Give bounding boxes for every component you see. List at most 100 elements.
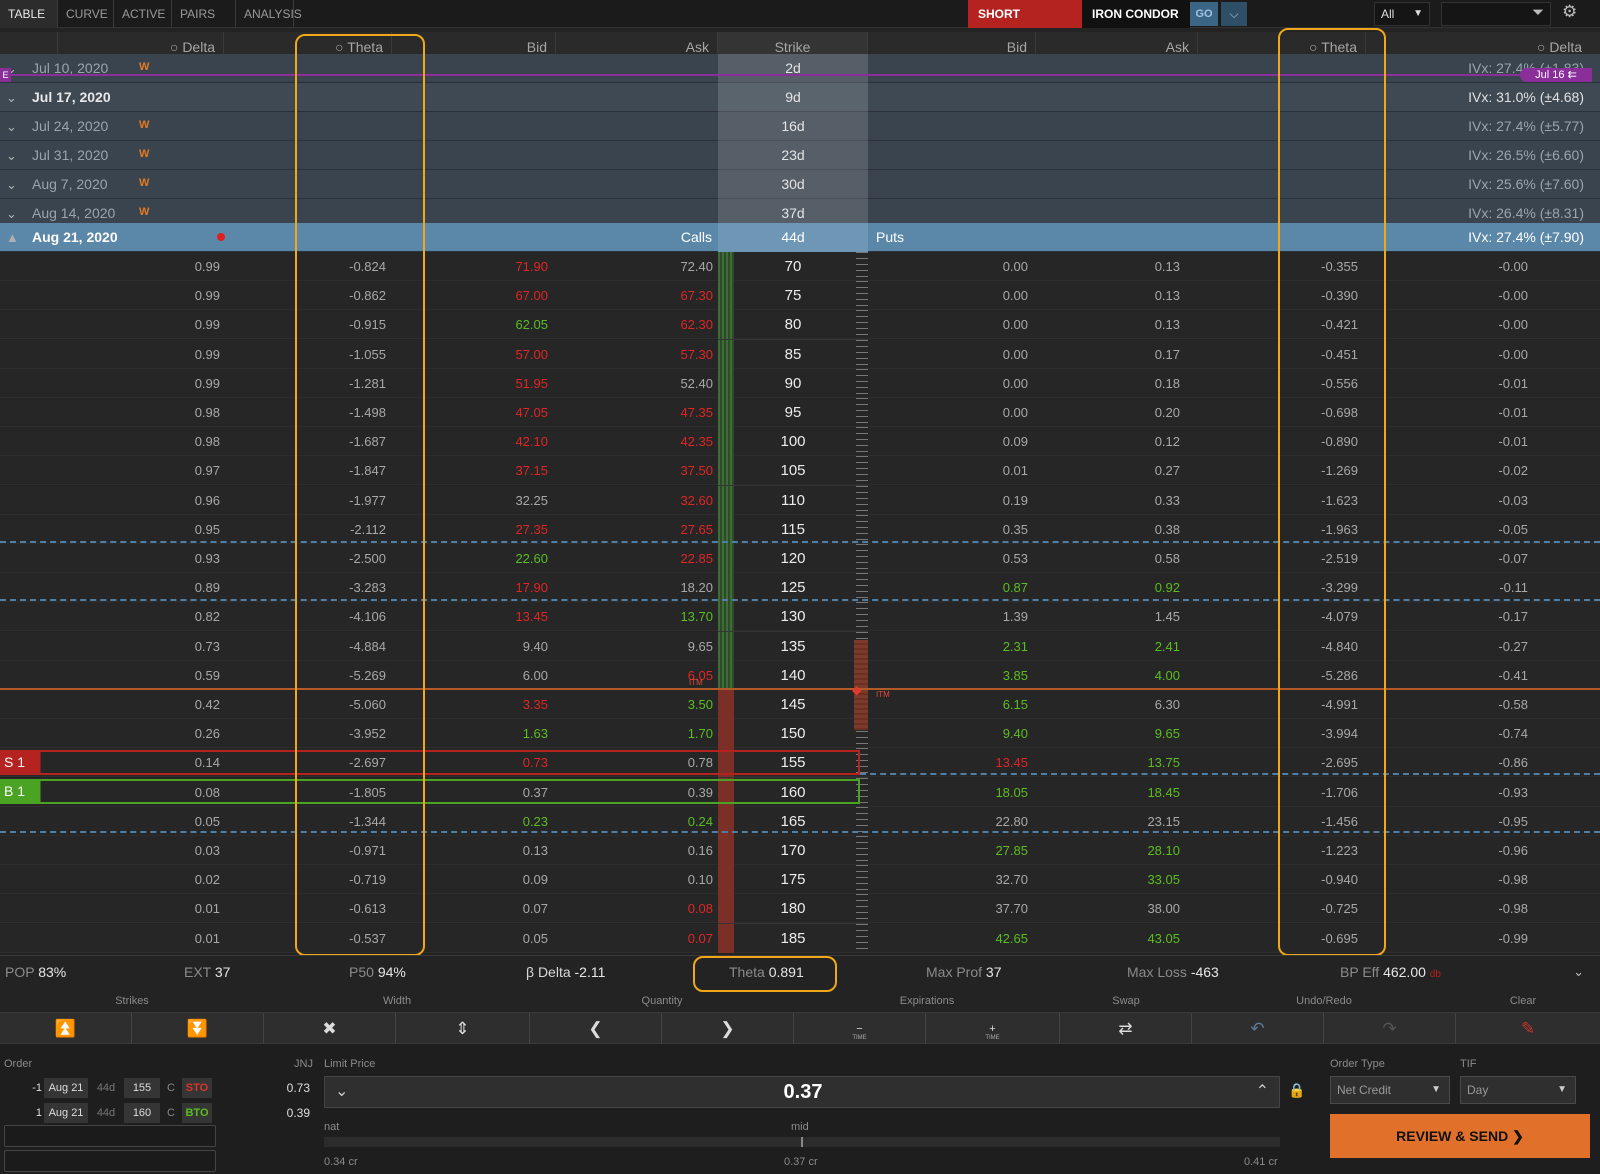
tab-analysis[interactable]: ANALYSIS [236, 0, 302, 28]
tab-pairs[interactable]: PAIRS [172, 0, 236, 28]
gear-icon[interactable]: ⚙ [1562, 2, 1577, 22]
tab-curve[interactable]: CURVE [58, 0, 114, 28]
put-bid-cell[interactable]: 32.70 [920, 865, 1028, 894]
put-bid-cell[interactable]: 0.35 [920, 515, 1028, 544]
put-ask-cell[interactable]: 0.13 [1080, 252, 1180, 281]
strike-cell[interactable]: 175 [718, 865, 868, 894]
put-bid-cell[interactable]: 1.39 [920, 602, 1028, 631]
put-bid-cell[interactable]: 0.00 [920, 310, 1028, 339]
put-bid-cell[interactable]: 0.00 [920, 281, 1028, 310]
tab-active[interactable]: ACTIVE [114, 0, 172, 28]
put-bid-cell[interactable]: 0.53 [920, 544, 1028, 573]
put-ask-cell[interactable]: 4.00 [1080, 661, 1180, 690]
leg-action[interactable]: STO [182, 1078, 212, 1098]
call-ask-cell[interactable]: 3.50 [600, 690, 713, 719]
price-slider[interactable] [324, 1137, 1280, 1147]
call-ask-cell[interactable]: 37.50 [600, 456, 713, 485]
call-bid-cell[interactable]: 6.00 [448, 661, 548, 690]
strike-cell[interactable]: 85 [718, 340, 868, 369]
lock-icon[interactable]: 🔒 [1288, 1082, 1305, 1099]
put-bid-cell[interactable]: 0.09 [920, 427, 1028, 456]
call-ask-cell[interactable]: 72.40 [600, 252, 713, 281]
put-ask-cell[interactable]: 33.05 [1080, 865, 1180, 894]
call-ask-cell[interactable]: 0.16 [600, 836, 713, 865]
chevron-down-icon[interactable]: ⌄ [6, 170, 17, 199]
put-bid-cell[interactable]: 2.31 [920, 632, 1028, 661]
call-ask-cell[interactable]: 0.08 [600, 894, 713, 923]
leg-quantity[interactable]: -1 [4, 1078, 42, 1098]
put-ask-cell[interactable]: 0.12 [1080, 427, 1180, 456]
call-ask-cell[interactable]: 0.10 [600, 865, 713, 894]
strike-cell[interactable]: 140 [718, 661, 868, 690]
tab-table[interactable]: TABLE [0, 0, 58, 28]
call-bid-cell[interactable]: 0.09 [448, 865, 548, 894]
put-bid-cell[interactable]: 0.00 [920, 398, 1028, 427]
put-bid-cell[interactable]: 27.85 [920, 836, 1028, 865]
call-ask-cell[interactable]: 42.35 [600, 427, 713, 456]
strategy-dropdown-button[interactable]: ⌵ [1221, 2, 1247, 26]
call-bid-cell[interactable]: 1.63 [448, 719, 548, 748]
call-bid-cell[interactable]: 13.45 [448, 602, 548, 631]
put-ask-cell[interactable]: 18.45 [1080, 778, 1180, 807]
price-up-icon[interactable]: ⌃ [1256, 1077, 1269, 1107]
put-bid-cell[interactable]: 6.15 [920, 690, 1028, 719]
call-ask-cell[interactable]: 57.30 [600, 340, 713, 369]
strategy-name[interactable]: IRON CONDOR [1082, 0, 1190, 28]
order-type-select[interactable]: Net Credit ▼ [1330, 1076, 1450, 1104]
tif-select[interactable]: Day ▼ [1460, 1076, 1576, 1104]
call-ask-cell[interactable]: 67.30 [600, 281, 713, 310]
strategy-side-button[interactable]: SHORT [968, 0, 1082, 28]
undo-button[interactable]: ↶ [1192, 1013, 1324, 1045]
call-bid-cell[interactable]: 51.95 [448, 369, 548, 398]
strike-cell[interactable]: 70 [718, 252, 868, 281]
put-bid-cell[interactable]: 0.00 [920, 252, 1028, 281]
leg-expiration[interactable]: Aug 21 [44, 1103, 88, 1123]
strike-cell[interactable]: 105 [718, 456, 868, 485]
filter-select[interactable]: All ▼ [1374, 2, 1430, 26]
call-bid-cell[interactable]: 67.00 [448, 281, 548, 310]
clear-button[interactable]: ✎ [1456, 1013, 1600, 1045]
call-ask-cell[interactable]: 27.65 [600, 515, 713, 544]
width-narrow-button[interactable]: ✖ [264, 1013, 396, 1045]
call-ask-cell[interactable]: 32.60 [600, 486, 713, 515]
strike-cell[interactable]: 150 [718, 719, 868, 748]
call-bid-cell[interactable]: 17.90 [448, 573, 548, 602]
order-leg-slot[interactable] [4, 1150, 216, 1172]
put-bid-cell[interactable]: 18.05 [920, 778, 1028, 807]
strike-cell[interactable]: 185 [718, 924, 868, 953]
call-bid-cell[interactable]: 47.05 [448, 398, 548, 427]
width-widen-button[interactable]: ⇕ [396, 1013, 530, 1045]
strike-cell[interactable]: 80 [718, 310, 868, 339]
leg-strike[interactable]: 160 [124, 1103, 160, 1123]
strike-cell[interactable]: 135 [718, 632, 868, 661]
strike-cell[interactable]: 180 [718, 894, 868, 923]
call-bid-cell[interactable]: 71.90 [448, 252, 548, 281]
call-bid-cell[interactable]: 22.60 [448, 544, 548, 573]
strike-cell[interactable]: 75 [718, 281, 868, 310]
strike-cell[interactable]: 130 [718, 602, 868, 631]
expiration-earlier-button[interactable]: − TIME [794, 1013, 926, 1045]
put-bid-cell[interactable]: 0.87 [920, 573, 1028, 602]
put-bid-cell[interactable]: 0.19 [920, 486, 1028, 515]
call-ask-cell[interactable]: 22.85 [600, 544, 713, 573]
strike-cell[interactable]: 145 [718, 690, 868, 719]
call-ask-cell[interactable]: 13.70 [600, 602, 713, 631]
strike-cell[interactable]: 90 [718, 369, 868, 398]
filter-icon[interactable]: ⏷ [1532, 4, 1544, 21]
call-bid-cell[interactable]: 3.35 [448, 690, 548, 719]
leg-type[interactable]: C [162, 1103, 180, 1123]
put-ask-cell[interactable]: 43.05 [1080, 924, 1180, 953]
put-bid-cell[interactable]: 42.65 [920, 924, 1028, 953]
call-bid-cell[interactable]: 62.05 [448, 310, 548, 339]
put-bid-cell[interactable]: 37.70 [920, 894, 1028, 923]
put-bid-cell[interactable]: 0.00 [920, 340, 1028, 369]
put-ask-cell[interactable]: 9.65 [1080, 719, 1180, 748]
go-button[interactable]: GO [1190, 2, 1218, 26]
put-bid-cell[interactable]: 0.01 [920, 456, 1028, 485]
call-ask-cell[interactable]: 1.70 [600, 719, 713, 748]
chevron-down-icon[interactable]: ⌄ [6, 112, 17, 141]
put-ask-cell[interactable]: 38.00 [1080, 894, 1180, 923]
strike-cell[interactable]: 170 [718, 836, 868, 865]
call-bid-cell[interactable]: 42.10 [448, 427, 548, 456]
put-ask-cell[interactable]: 0.13 [1080, 310, 1180, 339]
